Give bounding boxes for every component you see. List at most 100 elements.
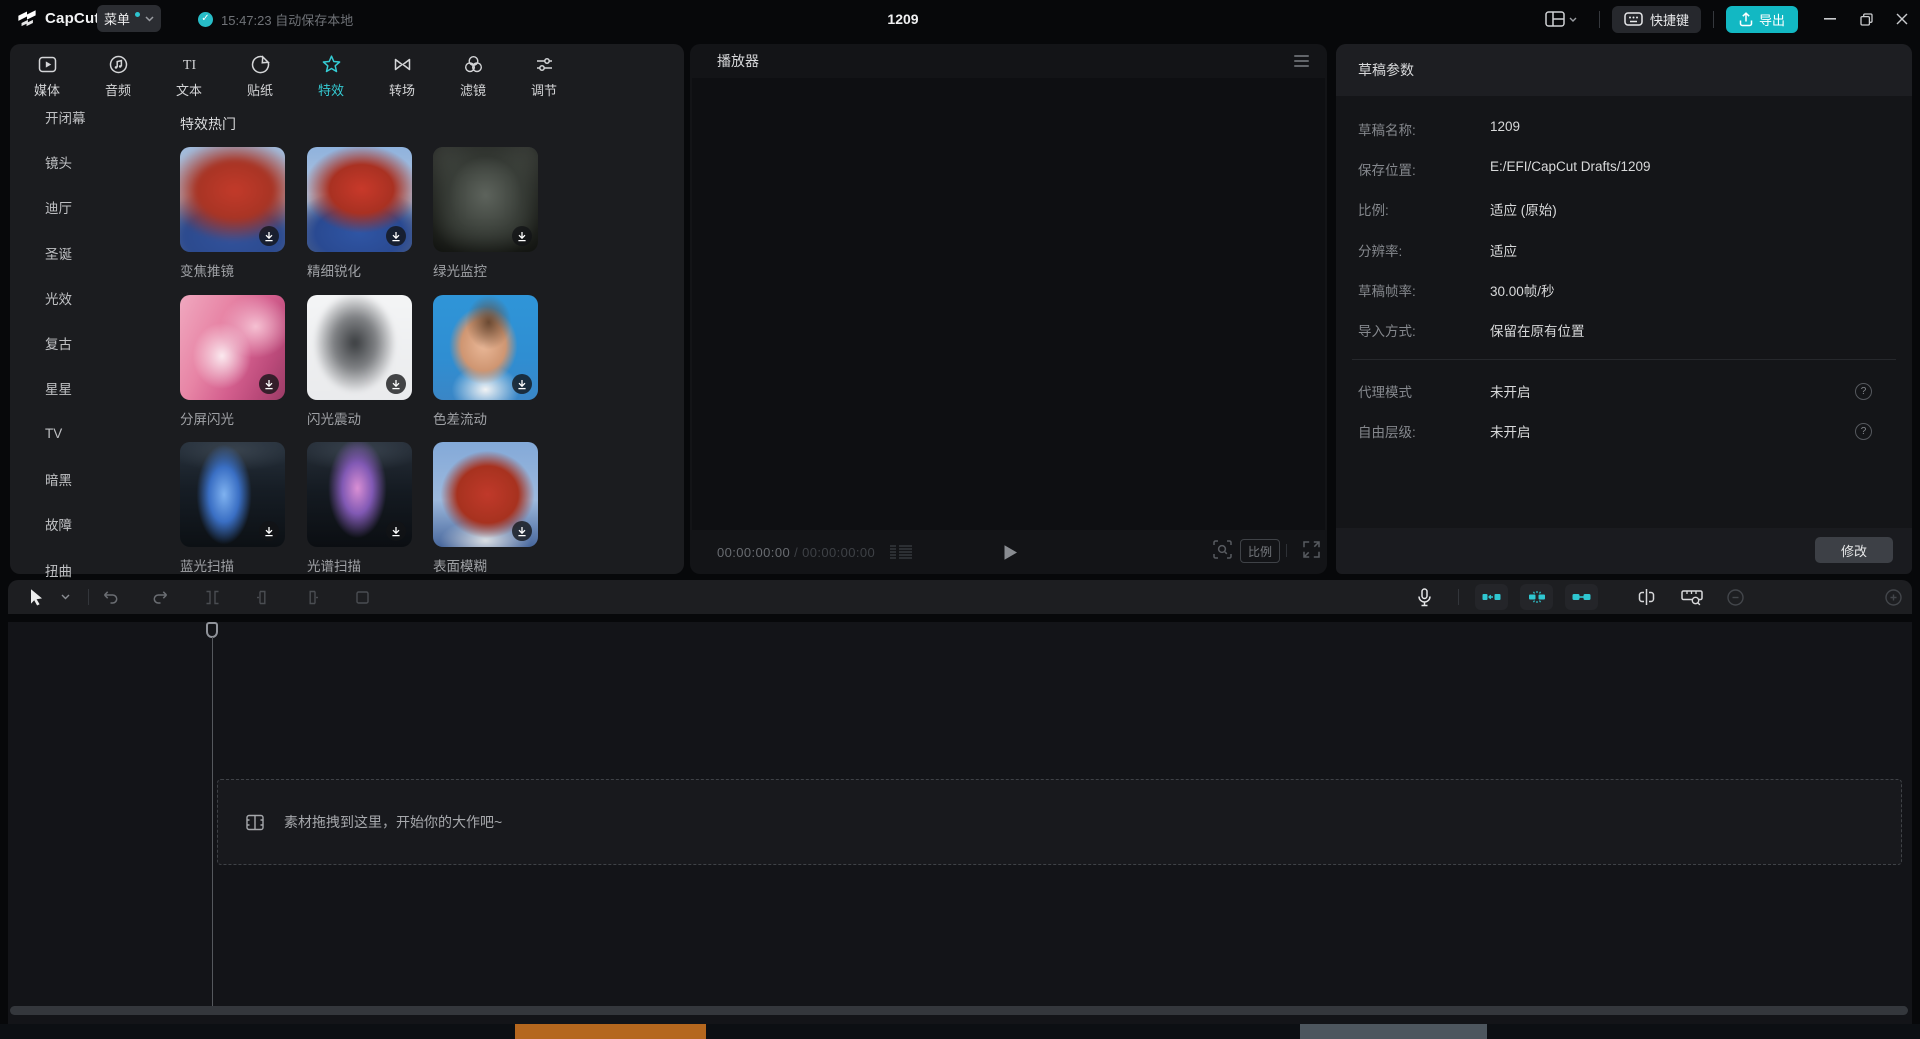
linkage-toggle[interactable]	[1565, 584, 1598, 610]
select-tool-dropdown[interactable]	[56, 580, 74, 614]
frame-list-icon[interactable]	[889, 544, 913, 560]
category-item[interactable]: 圣诞	[10, 230, 160, 275]
category-item[interactable]: TV	[10, 411, 160, 456]
effect-card[interactable]: 光谱扫描	[307, 442, 412, 575]
tab-audio[interactable]: 音频	[89, 50, 147, 99]
effect-card[interactable]: 表面模糊	[433, 442, 538, 575]
param-row-framerate: 草稿帧率: 30.00帧/秒	[1358, 280, 1890, 300]
effect-card[interactable]: 精细锐化	[307, 147, 412, 280]
delete-right-button[interactable]	[298, 580, 326, 614]
download-icon[interactable]	[512, 226, 532, 246]
main-track-magnet-icon	[1482, 592, 1501, 602]
effect-card[interactable]: 闪光震动	[307, 295, 412, 428]
help-icon[interactable]: ?	[1855, 423, 1872, 440]
audio-icon	[108, 54, 129, 75]
maximize-button[interactable]	[1848, 0, 1884, 38]
effect-thumbnail[interactable]	[180, 442, 285, 547]
param-value: 1209	[1490, 119, 1520, 139]
category-item[interactable]: 光效	[10, 275, 160, 320]
tab-filters[interactable]: 滤镜	[444, 50, 502, 99]
preview-quality-icon[interactable]	[1212, 539, 1233, 560]
timeline-horizontal-scrollbar[interactable]	[10, 1006, 1908, 1015]
redo-icon	[152, 590, 169, 604]
tab-transitions[interactable]: 转场	[373, 50, 431, 99]
download-icon[interactable]	[259, 226, 279, 246]
tab-label: 贴纸	[247, 80, 273, 99]
record-voiceover-button[interactable]	[1410, 580, 1438, 614]
export-button[interactable]: 导出	[1726, 6, 1798, 33]
effect-thumbnail[interactable]	[307, 442, 412, 547]
timeline-zoom-in-button[interactable]	[1880, 580, 1906, 614]
category-item[interactable]: 镜头	[10, 139, 160, 184]
effect-card[interactable]: 色差流动	[433, 295, 538, 428]
effect-card[interactable]: 变焦推镜	[180, 147, 285, 280]
tab-media[interactable]: 媒体	[18, 50, 76, 99]
player-title: 播放器	[717, 51, 759, 71]
tab-text[interactable]: TI 文本	[160, 50, 218, 99]
fullscreen-icon[interactable]	[1302, 540, 1321, 559]
modify-button[interactable]: 修改	[1815, 537, 1893, 563]
category-item[interactable]: 开闭幕	[10, 94, 160, 139]
category-item[interactable]: 故障	[10, 502, 160, 547]
effect-thumbnail[interactable]	[433, 295, 538, 400]
timeline-zoom-out-button[interactable]	[1722, 580, 1748, 614]
playhead-handle[interactable]	[206, 622, 218, 638]
effect-thumbnail[interactable]	[307, 147, 412, 252]
select-tool-button[interactable]	[22, 580, 50, 614]
shortcuts-button[interactable]: 快捷键	[1612, 6, 1701, 33]
zoom-in-icon	[1885, 589, 1902, 606]
category-item[interactable]: 暗黑	[10, 456, 160, 501]
player-menu-icon[interactable]	[1294, 55, 1309, 67]
category-item[interactable]: 迪厅	[10, 185, 160, 230]
draft-params-header: 草稿参数	[1336, 44, 1912, 96]
download-icon[interactable]	[259, 374, 279, 394]
adjust-sliders-icon	[534, 54, 555, 75]
tab-sticker[interactable]: 贴纸	[231, 50, 289, 99]
tab-label: 特效	[318, 80, 344, 99]
effect-name: 表面模糊	[433, 555, 538, 575]
param-row-resolution: 分辨率: 适应	[1358, 240, 1890, 260]
effect-card[interactable]: 蓝光扫描	[180, 442, 285, 575]
effect-card[interactable]: 绿光监控	[433, 147, 538, 280]
preview-axis-toggle[interactable]	[1633, 580, 1659, 614]
tab-effects-active[interactable]: 特效	[302, 50, 360, 99]
timeline-dropzone[interactable]: 素材拖拽到这里，开始你的大作吧~	[217, 779, 1902, 865]
download-icon[interactable]	[259, 521, 279, 541]
main-track-magnet-toggle[interactable]	[1475, 584, 1508, 610]
help-icon[interactable]: ?	[1855, 383, 1872, 400]
effect-thumbnail[interactable]	[307, 295, 412, 400]
effect-thumbnail[interactable]	[180, 295, 285, 400]
auto-snap-toggle[interactable]	[1520, 584, 1553, 610]
delete-left-button[interactable]	[248, 580, 276, 614]
play-button[interactable]	[995, 530, 1025, 574]
params-divider	[1352, 359, 1896, 360]
menu-button[interactable]: 菜单	[97, 5, 161, 32]
effect-thumbnail[interactable]	[433, 147, 538, 252]
effect-thumbnail[interactable]	[433, 442, 538, 547]
layout-switch-button[interactable]	[1535, 6, 1587, 33]
param-label: 分辨率:	[1358, 240, 1490, 260]
effect-card[interactable]: 分屏闪光	[180, 295, 285, 428]
media-icon	[37, 54, 58, 75]
close-button[interactable]	[1884, 0, 1920, 38]
zoom-out-icon	[1727, 589, 1744, 606]
download-icon[interactable]	[512, 521, 532, 541]
export-icon	[1739, 12, 1753, 27]
undo-button[interactable]	[96, 580, 124, 614]
category-item[interactable]: 复古	[10, 320, 160, 365]
download-icon[interactable]	[386, 374, 406, 394]
download-icon[interactable]	[512, 374, 532, 394]
ratio-button[interactable]: 比例	[1240, 539, 1280, 563]
split-button[interactable]	[198, 580, 226, 614]
download-icon[interactable]	[386, 226, 406, 246]
delete-button[interactable]	[348, 580, 376, 614]
redo-button[interactable]	[146, 580, 174, 614]
minimize-button[interactable]	[1812, 0, 1848, 38]
download-icon[interactable]	[386, 521, 406, 541]
effect-thumbnail[interactable]	[180, 147, 285, 252]
tab-adjust[interactable]: 调节	[515, 50, 573, 99]
timeline-fit-button[interactable]	[1678, 580, 1706, 614]
titlebar-divider	[1599, 11, 1600, 28]
category-item[interactable]: 星星	[10, 366, 160, 411]
toolbar-divider	[88, 589, 89, 605]
